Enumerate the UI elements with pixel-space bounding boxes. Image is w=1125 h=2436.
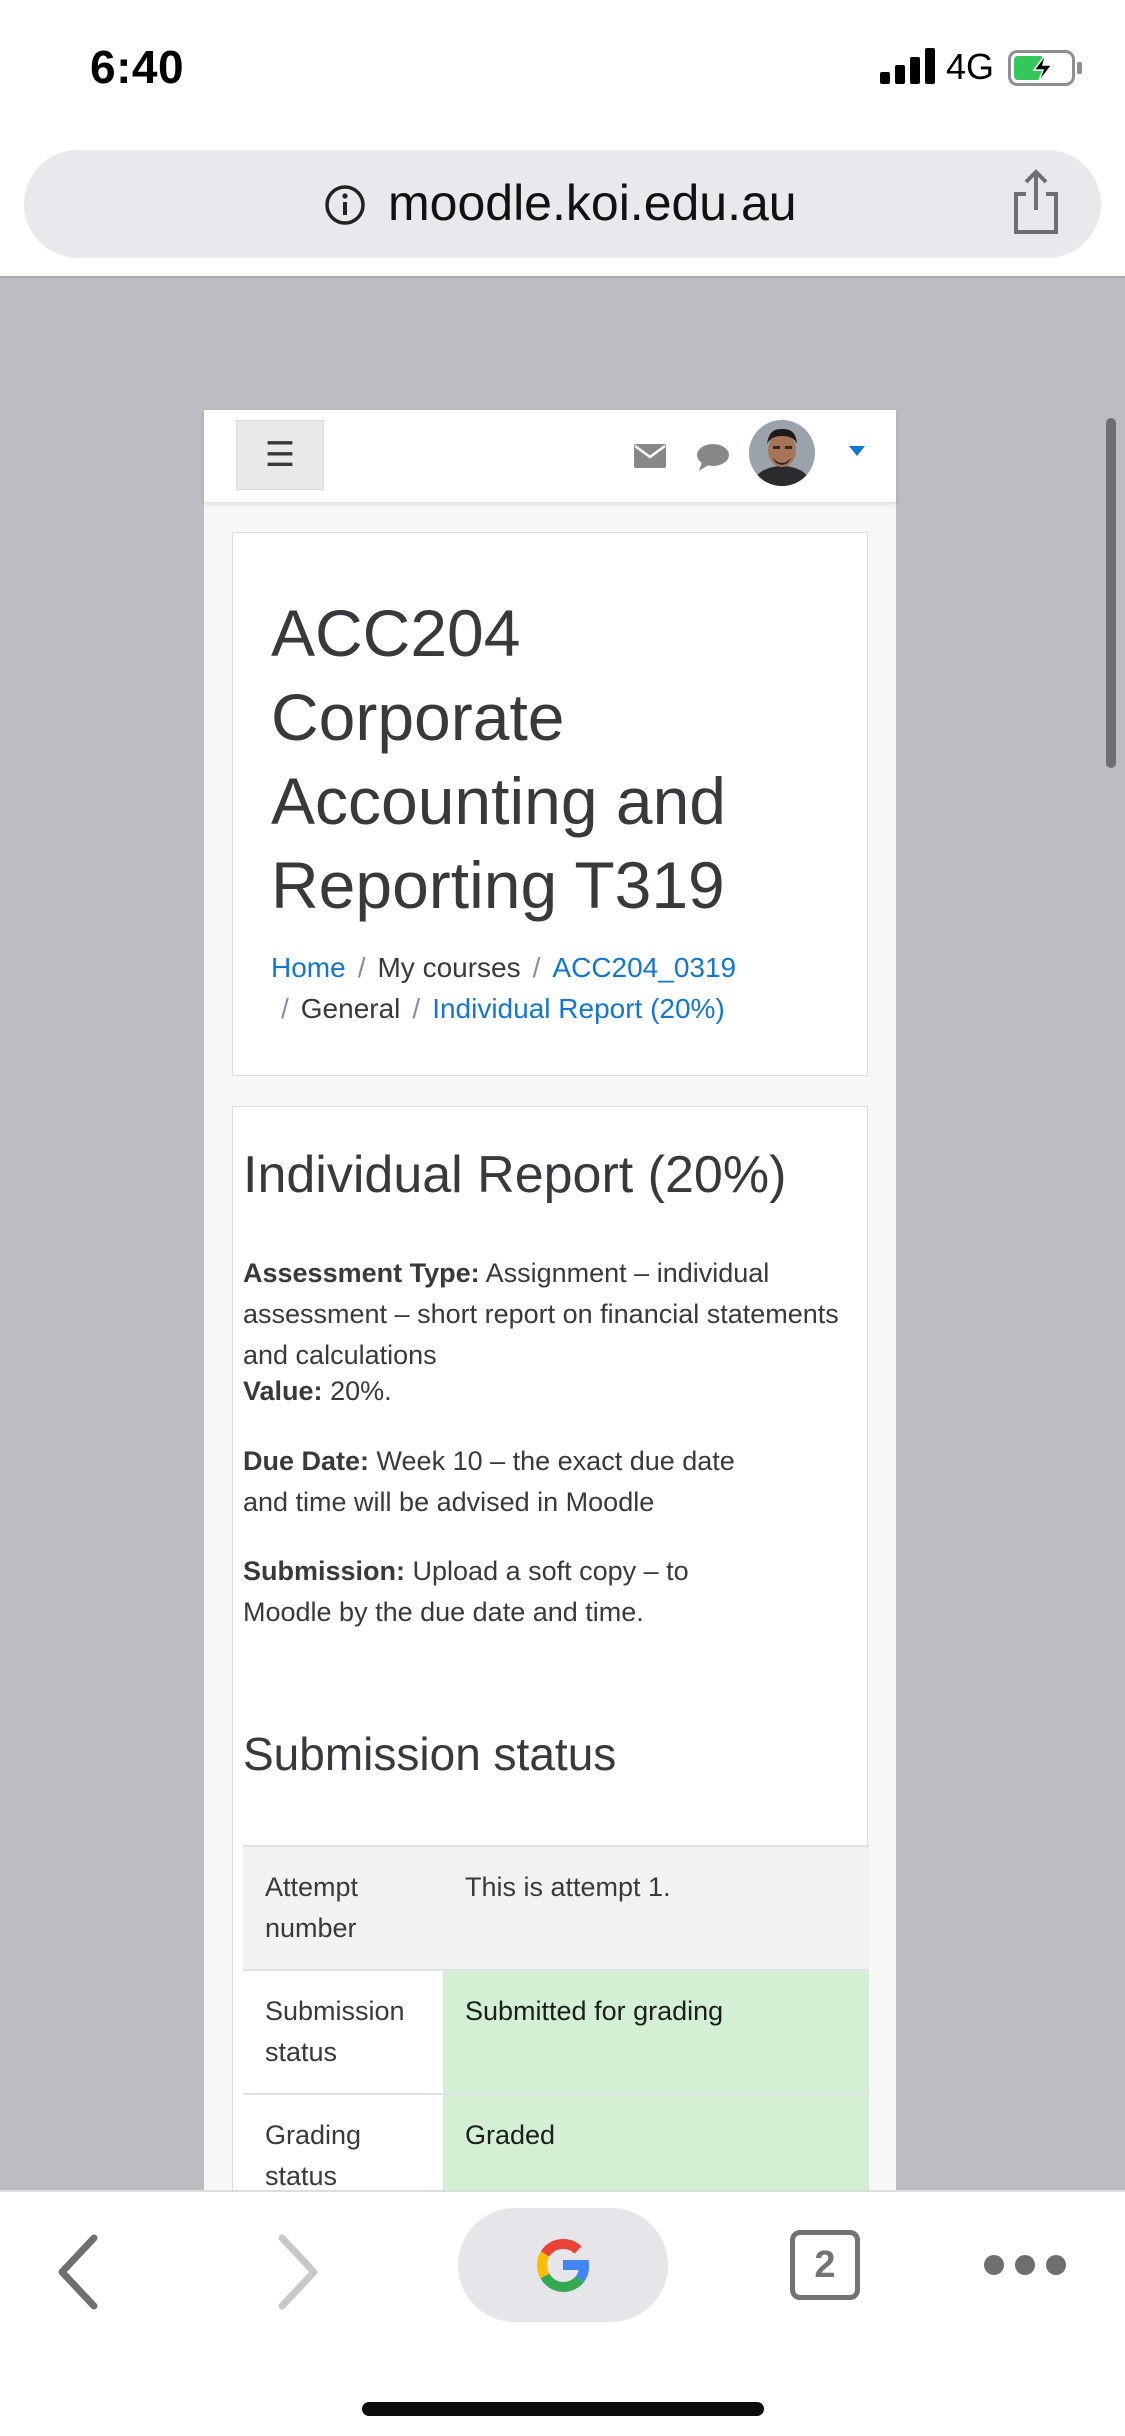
table-row-label: Submission status	[243, 1969, 443, 2094]
table-row-value: This is attempt 1.	[443, 1845, 869, 1970]
table-row: Grading status Graded	[243, 2093, 869, 2190]
network-type: 4G	[946, 46, 995, 87]
table-row: Attempt number This is attempt 1.	[243, 1845, 869, 1970]
breadcrumb-separator: /	[357, 952, 366, 983]
breadcrumb: Home / My courses / ACC204_0319 / General / Indi…	[271, 947, 851, 1029]
submission-status-table: Attempt number This is attempt 1. Submis…	[243, 1845, 869, 2190]
table-row-value: Graded	[443, 2093, 869, 2190]
table-row-value: Submitted for grading	[443, 1969, 869, 2094]
table-row-label: Grading status	[243, 2093, 443, 2190]
due-date-label: Due Date:	[243, 1446, 370, 1476]
breadcrumb-separator: /	[412, 993, 421, 1024]
due-date: Due Date: Week 10 – the exact due date a…	[243, 1441, 763, 1523]
breadcrumb-home-link[interactable]: Home	[271, 952, 346, 983]
value-text: 20%.	[330, 1376, 392, 1406]
forward-arrow-icon[interactable]	[272, 2232, 324, 2312]
top-navbar: ☰	[204, 410, 896, 502]
info-icon[interactable]	[324, 184, 366, 226]
breadcrumb-course-link[interactable]: ACC204_0319	[552, 952, 736, 983]
mail-icon[interactable]	[634, 444, 666, 468]
share-icon[interactable]	[1008, 168, 1064, 236]
page-title: ACC204 Corporate Accounting and Reportin…	[271, 596, 727, 922]
home-indicator[interactable]	[362, 2402, 764, 2416]
scrollbar-thumb[interactable]	[1106, 418, 1116, 768]
user-avatar[interactable]	[749, 420, 815, 486]
chevron-down-icon[interactable]	[849, 446, 865, 456]
value-label: Value:	[243, 1376, 323, 1406]
browser-toolbar: 2	[0, 2190, 1125, 2436]
battery-charging-icon	[1008, 50, 1082, 86]
signal-strength-icon	[880, 48, 935, 84]
url-text[interactable]: moodle.koi.edu.au	[388, 174, 797, 232]
google-logo-icon	[536, 2238, 590, 2293]
tab-switcher-button[interactable]: 2	[790, 2230, 860, 2300]
page-header-card: ACC204 Corporate Accounting and Reportin…	[232, 532, 868, 1076]
assessment-type-label: Assessment Type:	[243, 1258, 480, 1288]
submission-instructions: Submission: Upload a soft copy – to Mood…	[243, 1551, 763, 1633]
moodle-page: ☰ ACC204 Corporate Accounting and Report…	[204, 410, 896, 2190]
more-options-icon[interactable]	[982, 2248, 1068, 2282]
table-row: Submission status Submitted for grading	[243, 1969, 869, 2094]
breadcrumb-general: General	[300, 993, 401, 1024]
breadcrumb-activity-link[interactable]: Individual Report (20%)	[432, 993, 725, 1024]
assessment-value: Value: 20%.	[243, 1371, 843, 1412]
breadcrumb-my-courses: My courses	[377, 952, 521, 983]
status-time: 6:40	[90, 41, 185, 93]
activity-title: Individual Report (20%)	[243, 1146, 787, 1204]
submission-status-heading: Submission status	[243, 1728, 617, 1780]
activity-card: Individual Report (20%) Assessment Type:…	[232, 1106, 869, 2190]
status-bar: 6:40 4G	[0, 0, 1125, 140]
breadcrumb-separator: /	[281, 993, 289, 1024]
assessment-type: Assessment Type: Assignment – individual…	[243, 1253, 843, 1376]
breadcrumb-separator: /	[532, 952, 541, 983]
submission-label: Submission:	[243, 1556, 406, 1586]
table-row-label: Attempt number	[243, 1845, 443, 1970]
back-arrow-icon[interactable]	[52, 2232, 104, 2312]
google-search-button[interactable]	[458, 2208, 668, 2322]
web-viewport[interactable]: ☰ ACC204 Corporate Accounting and Report…	[0, 276, 1125, 2190]
hamburger-menu-button[interactable]: ☰	[236, 420, 324, 490]
chat-bubble-icon[interactable]	[696, 442, 730, 472]
